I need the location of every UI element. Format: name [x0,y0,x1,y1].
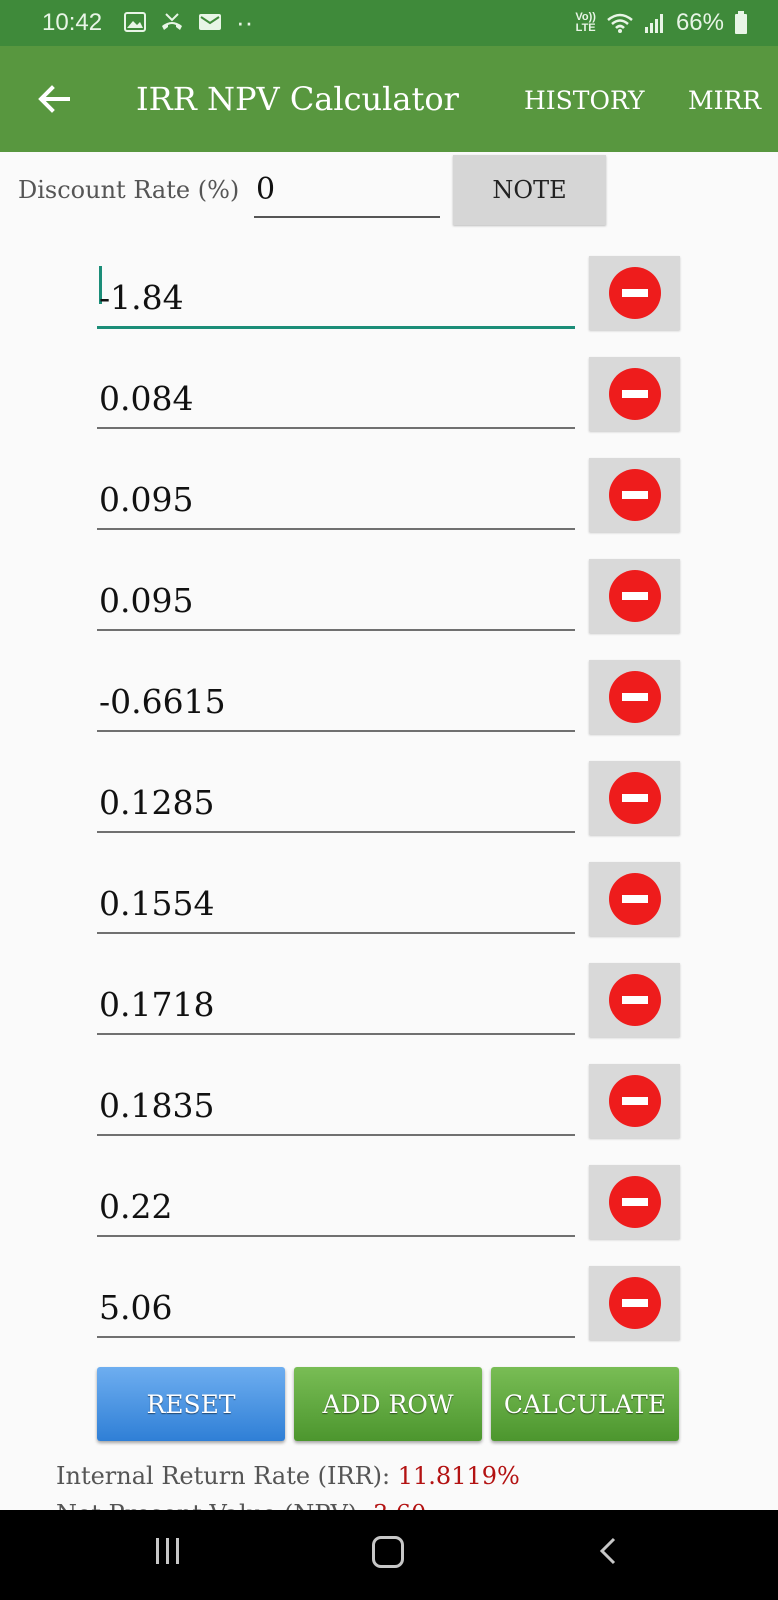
navigation-bar [0,1510,778,1600]
note-button[interactable]: NOTE [453,155,606,225]
cash-flow-row: 0.084 [0,357,778,437]
delete-row-button[interactable] [589,761,680,835]
remove-circle-icon [609,873,661,925]
delete-row-button[interactable] [589,357,680,431]
cash-flow-row: 0.1835 [0,1064,778,1144]
battery-percent: 66% [675,9,724,36]
delete-row-button[interactable] [589,1266,680,1340]
discount-rate-label: Discount Rate (%) [18,176,240,204]
delete-row-button[interactable] [589,963,680,1037]
cash-flow-input[interactable]: 0.1835 [97,1074,575,1136]
remove-circle-icon [609,1075,661,1127]
cash-flow-input[interactable]: 5.06 [97,1276,575,1338]
cash-flow-value: 5.06 [99,1288,173,1327]
cash-flow-value: 0.1718 [99,985,215,1024]
app-bar: IRR NPV Calculator HISTORY MIRR [0,46,778,152]
notification-icons: ·· [124,7,254,37]
cash-flow-row: 0.095 [0,458,778,538]
delete-row-button[interactable] [589,458,680,532]
remove-circle-icon [609,267,661,319]
reset-button[interactable]: RESET [97,1367,285,1441]
remove-circle-icon [609,570,661,622]
remove-circle-icon [609,772,661,824]
cash-flow-row: 0.1718 [0,963,778,1043]
status-time: 10:42 [42,9,103,36]
recents-icon[interactable] [156,1538,186,1564]
mirr-button[interactable]: MIRR [688,86,761,115]
back-arrow-icon[interactable] [34,79,74,119]
signal-icon [644,14,663,33]
cash-flow-value: -0.6615 [99,682,226,721]
cash-flow-input[interactable]: -0.6615 [97,670,575,732]
add-row-button[interactable]: ADD ROW [294,1367,482,1441]
app-title: IRR NPV Calculator [136,80,459,118]
cash-flow-input[interactable]: -1.84 [97,266,575,329]
cash-flow-row: -0.6615 [0,660,778,740]
remove-circle-icon [609,368,661,420]
remove-circle-icon [609,671,661,723]
remove-circle-icon [609,974,661,1026]
cash-flow-value: 0.095 [99,581,194,620]
wifi-icon [607,13,633,33]
more-dots-icon: ·· [236,7,254,37]
cash-flow-input[interactable]: 0.1285 [97,771,575,833]
discount-rate-value: 0 [256,172,276,207]
cash-flow-input[interactable]: 0.22 [97,1175,575,1237]
status-bar: 10:42 ·· Vo)) LTE 66% [0,0,778,46]
cash-flow-value: 0.1554 [99,884,215,923]
delete-row-button[interactable] [589,1064,680,1138]
cash-flow-value: 0.1285 [99,783,215,822]
cash-flow-row: 0.1285 [0,761,778,841]
battery-icon [735,11,747,34]
delete-row-button[interactable] [589,256,680,330]
remove-circle-icon [609,469,661,521]
image-icon [124,12,146,32]
cash-flow-value: 0.084 [99,379,194,418]
delete-row-button[interactable] [589,1165,680,1239]
discount-rate-input[interactable]: 0 [254,166,440,218]
cash-flow-row: 5.06 [0,1266,778,1346]
delete-row-button[interactable] [589,559,680,633]
cash-flow-input[interactable]: 0.084 [97,367,575,429]
cash-flow-row: -1.84 [0,256,778,336]
delete-row-button[interactable] [589,862,680,936]
history-button[interactable]: HISTORY [524,86,645,115]
volte-icon: Vo)) LTE [575,11,596,34]
cash-flow-row: 0.095 [0,559,778,639]
cash-flow-value: 0.22 [99,1187,173,1226]
cash-flow-value: 0.095 [99,480,194,519]
irr-label: Internal Return Rate (IRR): [56,1462,391,1490]
cash-flow-row: 0.1554 [0,862,778,942]
delete-row-button[interactable] [589,660,680,734]
cash-flow-row: 0.22 [0,1165,778,1245]
home-icon[interactable] [372,1536,404,1568]
cash-flow-input[interactable]: 0.095 [97,468,575,530]
cash-flow-value: -1.84 [99,278,184,317]
calculate-button[interactable]: CALCULATE [491,1367,679,1441]
cash-flow-input[interactable]: 0.1554 [97,872,575,934]
nav-back-icon[interactable] [596,1536,620,1566]
missed-call-icon [162,13,182,30]
remove-circle-icon [609,1277,661,1329]
cash-flow-input[interactable]: 0.1718 [97,973,575,1035]
irr-result: Internal Return Rate (IRR): 11.8119% [56,1462,520,1490]
cash-flow-input[interactable]: 0.095 [97,569,575,631]
remove-circle-icon [609,1176,661,1228]
irr-value: 11.8119% [397,1462,520,1490]
cash-flow-value: 0.1835 [99,1086,215,1125]
email-icon [199,14,221,30]
system-icons: Vo)) LTE 66% [575,9,748,37]
